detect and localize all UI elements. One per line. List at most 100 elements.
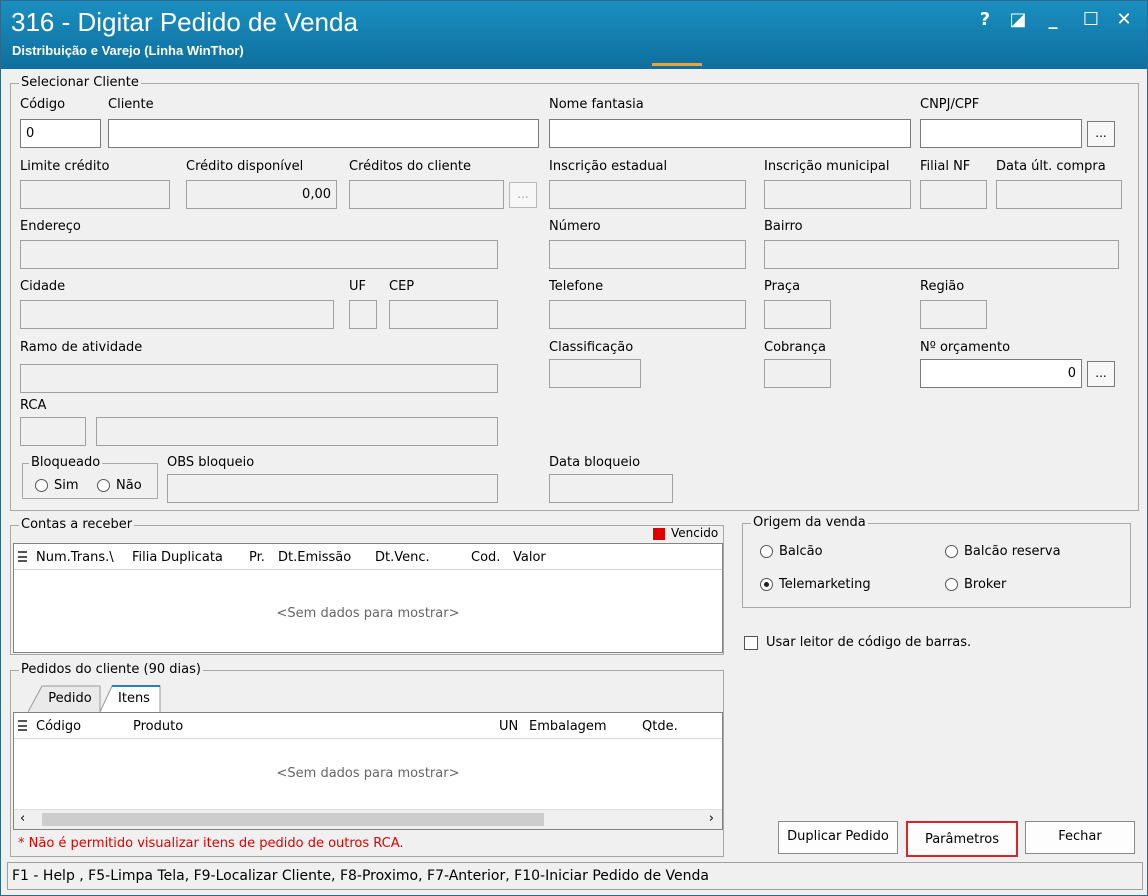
uf-label: UF: [349, 279, 366, 294]
fechar-button[interactable]: Fechar: [1025, 821, 1135, 854]
credito-disponivel-field: [187, 181, 336, 208]
creditos-cliente-field: [349, 180, 504, 209]
column-header[interactable]: UN: [499, 719, 527, 734]
data-bloqueio-field: [549, 474, 673, 503]
pedidos-itens-grid[interactable]: Código Produto UN Embalagem Qtde. <Sem d…: [13, 712, 723, 830]
column-header[interactable]: Filia: [132, 550, 160, 565]
n-orcamento-search-button[interactable]: ...: [1087, 361, 1115, 387]
telefone-field: [549, 300, 746, 329]
column-header[interactable]: Dt.Emissão: [278, 550, 370, 565]
origem-telemarketing-radio[interactable]: Telemarketing: [760, 577, 871, 592]
column-header[interactable]: Embalagem: [529, 719, 637, 734]
scroll-right-icon[interactable]: ›: [709, 811, 714, 826]
radio-dot: [97, 479, 110, 492]
column-header[interactable]: Código: [36, 719, 126, 734]
help-icon[interactable]: ?: [972, 7, 998, 33]
close-icon[interactable]: ✕: [1111, 7, 1137, 33]
minimize-icon[interactable]: _: [1040, 7, 1066, 33]
column-header[interactable]: Num.Trans.\: [36, 550, 130, 565]
cnpj-search-button[interactable]: ...: [1087, 121, 1115, 147]
restore-icon[interactable]: ◪: [1005, 7, 1031, 33]
origem-venda-group: Origem da venda: [742, 515, 1131, 608]
column-chooser-icon[interactable]: [18, 551, 27, 562]
ramo-atividade-label: Ramo de atividade: [20, 340, 143, 355]
column-header[interactable]: Produto: [133, 719, 493, 734]
checkbox-label: Usar leitor de código de barras.: [766, 635, 972, 650]
group-title: Selecionar Cliente: [19, 75, 141, 90]
obs-bloqueio-field: [167, 474, 498, 503]
rca-label: RCA: [20, 398, 47, 413]
inscricao-estadual-field: [549, 180, 746, 209]
filial-nf-field: [920, 180, 987, 209]
tab-pedido[interactable]: Pedido: [42, 691, 98, 706]
vencido-swatch: [653, 528, 665, 540]
cliente-input-box: [108, 119, 539, 148]
radio-label: Sim: [54, 478, 79, 493]
regiao-field: [920, 300, 987, 329]
data-ult-compra-label: Data últ. compra: [996, 159, 1106, 174]
origem-balcao-radio[interactable]: Balcão: [760, 544, 823, 559]
scroll-left-icon[interactable]: ‹: [20, 811, 25, 826]
group-title: Origem da venda: [751, 515, 868, 530]
radio-dot: [760, 545, 773, 558]
column-header[interactable]: Qtde.: [642, 719, 712, 734]
radio-dot-selected: [760, 578, 773, 591]
title-accent-bar: [652, 63, 702, 66]
regiao-label: Região: [920, 279, 965, 294]
origem-balcao-reserva-radio[interactable]: Balcão reserva: [945, 544, 1061, 559]
bairro-label: Bairro: [764, 219, 803, 234]
limite-credito-field: [20, 180, 170, 209]
duplicar-pedido-button[interactable]: Duplicar Pedido: [778, 821, 898, 854]
limite-credito-label: Limite crédito: [20, 159, 110, 174]
data-bloqueio-label: Data bloqueio: [549, 455, 641, 470]
column-header[interactable]: Cod.: [471, 550, 511, 565]
empty-message: <Sem dados para mostrar>: [276, 606, 460, 621]
creditos-cliente-label: Créditos do cliente: [349, 159, 471, 174]
column-header[interactable]: Pr.: [249, 550, 275, 565]
codigo-input[interactable]: [21, 120, 100, 147]
cep-field: [389, 300, 498, 329]
column-header[interactable]: Duplicata: [161, 550, 246, 565]
radio-label: Telemarketing: [779, 577, 871, 592]
maximize-icon[interactable]: ☐: [1078, 7, 1104, 33]
radio-dot: [945, 578, 958, 591]
checkbox-box: [744, 635, 758, 650]
numero-field: [549, 240, 746, 269]
bloqueado-title: Bloqueado: [29, 455, 103, 470]
cidade-label: Cidade: [20, 279, 66, 294]
window-subtitle: Distribuição e Varejo (Linha WinThor): [12, 43, 244, 58]
vencido-label: Vencido: [671, 526, 719, 540]
origem-broker-radio[interactable]: Broker: [945, 577, 1006, 592]
rca-code-field: [20, 417, 86, 446]
bairro-field: [764, 240, 1119, 269]
status-bar: F1 - Help , F5-Limpa Tela, F9-Localizar …: [7, 862, 1143, 890]
cnpj-cpf-input[interactable]: [921, 120, 1081, 147]
bloqueado-nao-radio[interactable]: Não: [97, 478, 142, 493]
title-bar[interactable]: 316 - Digitar Pedido de Venda Distribuiç…: [1, 1, 1147, 69]
n-orcamento-label: Nº orçamento: [920, 340, 1011, 355]
group-title: Contas a receber: [19, 517, 135, 532]
column-header[interactable]: Dt.Venc.: [375, 550, 465, 565]
creditos-cliente-button[interactable]: ...: [509, 182, 537, 208]
window-title: 316 - Digitar Pedido de Venda: [11, 7, 358, 37]
scrollbar-thumb[interactable]: [42, 813, 544, 826]
leitor-codigo-barras-checkbox[interactable]: Usar leitor de código de barras.: [744, 635, 971, 650]
radio-label: Broker: [964, 577, 1007, 592]
obs-bloqueio-label: OBS bloqueio: [167, 455, 255, 470]
column-chooser-icon[interactable]: [18, 720, 27, 731]
n-orcamento-input[interactable]: [921, 360, 1081, 387]
nome-fantasia-input[interactable]: [550, 120, 910, 147]
horizontal-scrollbar[interactable]: ‹ ›: [14, 809, 722, 829]
credito-disponivel-label: Crédito disponível: [186, 159, 304, 174]
praca-label: Praça: [764, 279, 801, 294]
filial-nf-label: Filial NF: [920, 159, 971, 174]
column-header[interactable]: Valor: [513, 550, 573, 565]
classificacao-label: Classificação: [549, 340, 634, 355]
group-title: Pedidos do cliente (90 dias): [19, 662, 203, 677]
tab-itens[interactable]: Itens: [112, 691, 156, 706]
cliente-input[interactable]: [109, 120, 538, 147]
parametros-button[interactable]: Parâmetros: [906, 821, 1018, 857]
radio-label: Balcão: [779, 544, 823, 559]
bloqueado-sim-radio[interactable]: Sim: [35, 478, 79, 493]
contas-receber-grid[interactable]: Num.Trans.\ Filia Duplicata Pr. Dt.Emiss…: [13, 543, 723, 653]
